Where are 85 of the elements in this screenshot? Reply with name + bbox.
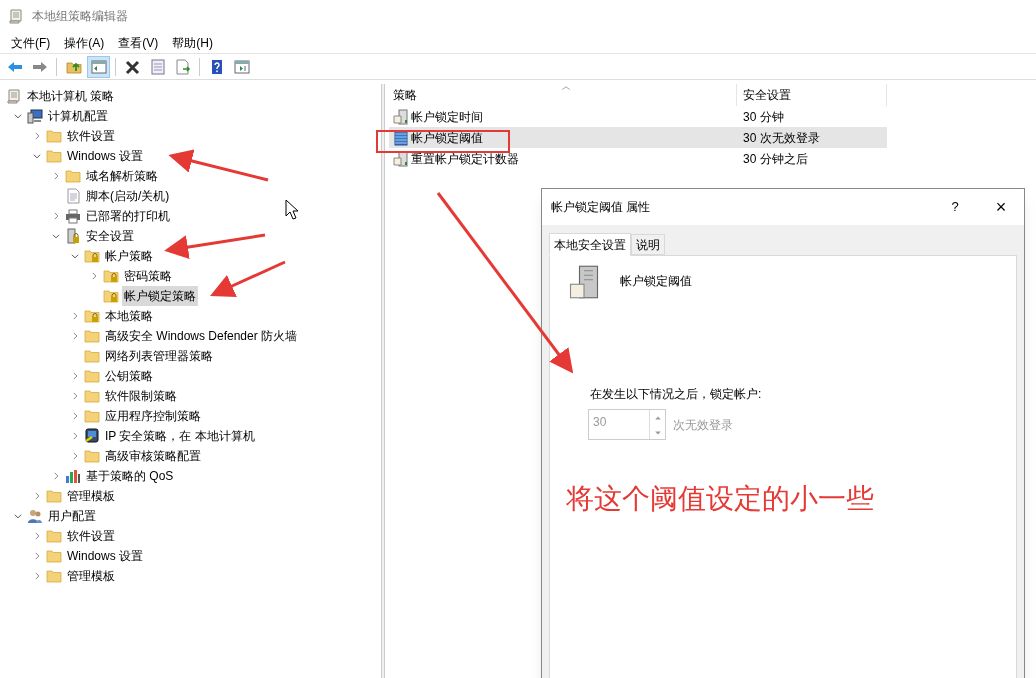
tree-item[interactable]: 网络列表管理器策略 [103,346,215,366]
table-cell-text: 帐户锁定时间 [411,108,483,126]
server-lock-icon [65,228,81,244]
tree-item[interactable]: Windows 设置 [65,146,145,166]
tree-item[interactable]: 高级安全 Windows Defender 防火墙 [103,326,300,346]
dialog-tab[interactable]: 说明 [631,234,665,255]
tree-item[interactable]: 计算机配置 [46,106,110,126]
table-cell-text: 30 分钟 [742,108,784,126]
tree-item[interactable]: 管理模板 [65,566,117,586]
export-list-icon [174,58,191,75]
folder-icon [84,408,100,424]
users-icon [27,508,43,524]
folder-icon [84,328,100,344]
table-cell-text: 重置帐户锁定计数器 [411,150,519,168]
properties-icon [149,58,166,75]
tree-item[interactable]: 帐户锁定策略 [122,286,198,306]
column-header[interactable]: 策略 [389,84,737,106]
document-scroll-icon [8,8,24,24]
mouse-cursor-icon [285,199,299,220]
table-cell-text: 30 次无效登录 [742,129,820,147]
document-scroll-icon [6,88,22,104]
table-cell-text: 30 分钟之后 [742,150,808,168]
annotation-text: 将这个阈值设定的小一些 [566,482,874,516]
tree-item[interactable]: Windows 设置 [65,546,145,566]
table-row[interactable]: 帐户锁定时间 30 分钟 [389,106,887,127]
tree-item[interactable]: 软件设置 [65,526,117,546]
menu-item[interactable]: 查看(V) [111,32,166,53]
close-button[interactable]: × [978,189,1024,225]
tree-item[interactable]: 域名解析策略 [84,166,160,186]
folder-icon [46,128,62,144]
tree-item[interactable]: 本地计算机 策略 [25,86,117,106]
tree-item[interactable]: 用户配置 [46,506,98,526]
table-row[interactable]: 重置帐户锁定计数器 30 分钟之后 [389,148,887,169]
show-action-pane-icon [233,58,250,75]
help-button[interactable]: ? [932,189,978,225]
folder-icon [46,528,62,544]
locked-folder-icon [103,288,119,304]
prompt-label: 在发生以下情况之后，锁定帐户: [590,386,763,403]
tree-item[interactable]: 公钥策略 [103,366,155,386]
tree-item[interactable]: 应用程序控制策略 [103,406,203,426]
tree-item[interactable]: 高级审核策略配置 [103,446,203,466]
folder-icon [65,168,81,184]
dialog-title: 帐户锁定阈值 属性 [551,199,652,216]
tree-item[interactable]: 软件限制策略 [103,386,179,406]
monitor-key-icon [84,428,100,444]
folder-icon [46,148,62,164]
folder-icon [84,368,100,384]
tree-item[interactable]: 本地策略 [103,306,155,326]
menu-item[interactable]: 帮助(H) [165,32,220,53]
bar-chart-icon [65,468,81,484]
computer-icon [27,108,43,124]
table-row[interactable]: 帐户锁定阈值 30 次无效登录 [389,127,887,148]
window-title: 本地组策略编辑器 [32,8,128,25]
policy-document-icon [393,150,409,167]
tree-item[interactable]: 基于策略的 QoS [84,466,176,486]
tree-item[interactable]: 安全设置 [84,226,136,246]
locked-folder-icon [103,268,119,284]
folder-icon [84,388,100,404]
folder-icon [84,348,100,364]
tree-item[interactable]: 已部署的打印机 [84,206,172,226]
sort-ascending-icon [561,85,571,91]
menu-item[interactable]: 文件(F) [4,32,58,53]
column-header[interactable]: 安全设置 [737,84,887,106]
menu-item[interactable]: 操作(A) [57,32,112,53]
dialog-tab[interactable]: 本地安全设置 [549,233,631,256]
policy-document-icon [393,108,409,125]
unit-label: 次无效登录 [673,416,733,434]
tree-item[interactable]: 脚本(启动/关机) [84,186,172,206]
script-document-icon [65,188,81,204]
printer-icon [65,208,81,224]
show-tree-icon [90,58,107,75]
tree-item[interactable]: 软件设置 [65,126,117,146]
folder-icon [84,448,100,464]
table-cell-text: 帐户锁定阈值 [411,129,483,147]
folder-icon [46,488,62,504]
tree-item[interactable]: 管理模板 [65,486,117,506]
tree-item[interactable]: 帐户策略 [103,246,155,266]
folder-icon [46,568,62,584]
delete-icon [124,58,141,75]
tree-item[interactable]: IP 安全策略，在 本地计算机 [103,426,257,446]
policy-name: 帐户锁定阈值 [620,273,692,290]
locked-folder-icon [84,308,100,324]
folder-icon [46,548,62,564]
tree-item[interactable]: 密码策略 [122,266,174,286]
locked-folder-icon [84,248,100,264]
